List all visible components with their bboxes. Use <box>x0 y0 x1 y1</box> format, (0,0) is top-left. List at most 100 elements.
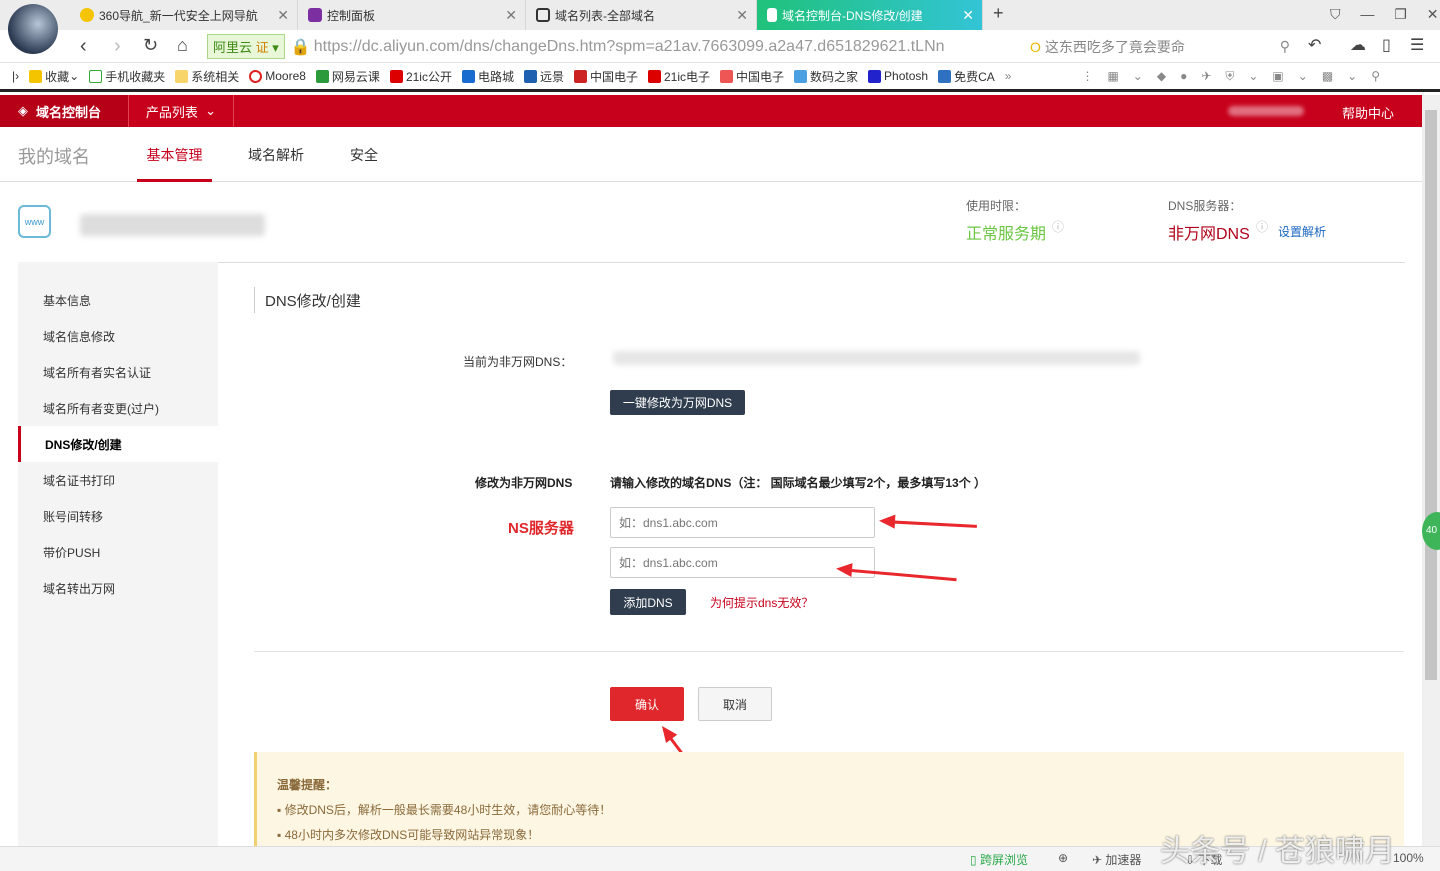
term-value: 正常服务期 <box>966 220 1046 244</box>
bookmark[interactable]: 21ic公开 <box>390 68 452 85</box>
sub-navigation: 我的域名 基本管理 域名解析 安全 <box>0 128 1422 182</box>
sidebar-item-owner-change[interactable]: 域名所有者变更(过户) <box>18 390 218 426</box>
logo-icon: ◈ <box>18 103 28 119</box>
new-tab-button[interactable]: + <box>993 3 1004 24</box>
domain-info: www 使用时限： 正常服务期 ⓘ DNS服务器： 非万网DNS ⓘ 设置解析 <box>0 182 1422 262</box>
accelerator-button[interactable]: ✈ 加速器 <box>1092 851 1141 868</box>
zoom-level[interactable]: 100% <box>1393 851 1424 865</box>
lock-icon: 🔒 <box>291 37 311 57</box>
sidebar-item-certificate[interactable]: 域名证书打印 <box>18 462 218 498</box>
menu-icon[interactable]: ☰ <box>1410 35 1424 55</box>
more-bookmarks[interactable]: » <box>1005 69 1012 83</box>
sidebar-toggle-icon[interactable]: |› <box>12 69 19 83</box>
bookmark[interactable]: Photosh <box>868 69 928 83</box>
tab-basic-management[interactable]: 基本管理 <box>137 145 212 182</box>
bookmark[interactable]: 数码之家 <box>794 68 858 85</box>
address-bar-row: ‹ › ↻ ⌂ 阿里云 证 ▾ 🔒 https://dc.aliyun.com/… <box>0 30 1440 63</box>
bookmark[interactable]: 中国电子 <box>574 68 638 85</box>
back-icon[interactable]: ‹ <box>80 35 87 58</box>
bookmark[interactable]: 收藏⌄ <box>29 68 79 85</box>
tab-bar: 360导航_新一代安全上网导航✕ 控制面板✕ 域名列表-全部域名✕ 域名控制台-… <box>0 0 1440 30</box>
bookmark[interactable]: 免费CA <box>938 68 995 85</box>
bookmark[interactable]: 手机收藏夹 <box>89 68 165 85</box>
bookmark[interactable]: 网易云课 <box>316 68 380 85</box>
undo-icon[interactable]: ↶ <box>1308 35 1321 55</box>
close-icon[interactable]: ✕ <box>505 7 517 24</box>
close-icon[interactable]: ✕ <box>277 7 289 24</box>
tab-control-panel[interactable]: 控制面板✕ <box>298 0 526 30</box>
bookmark[interactable]: 远景 <box>524 68 564 85</box>
my-domains-title[interactable]: 我的域名 <box>18 143 90 169</box>
sidebar-item-basic-info[interactable]: 基本信息 <box>18 282 218 318</box>
sidebar-item-transfer-out[interactable]: 域名转出万网 <box>18 570 218 606</box>
help-center-link[interactable]: 帮助中心 <box>1342 103 1394 122</box>
cert-badge[interactable]: 阿里云 证 ▾ <box>207 34 285 59</box>
url-field[interactable]: 阿里云 证 ▾ 🔒 https://dc.aliyun.com/dns/chan… <box>207 34 1021 59</box>
ns-server-input-1[interactable] <box>610 507 875 538</box>
window-controls[interactable]: ⛉ — ❐ ✕ <box>1330 6 1438 23</box>
bookmarks-bar: |› 收藏⌄ 手机收藏夹 系统相关 Moore8 网易云课 21ic公开 电路城… <box>0 63 1440 92</box>
close-icon[interactable]: ✕ <box>736 7 748 24</box>
home-icon[interactable]: ⌂ <box>177 35 188 56</box>
dns-server-value: 非万网DNS <box>1168 220 1250 244</box>
bookmark[interactable]: 系统相关 <box>175 68 239 85</box>
history-icon[interactable]: ⊕ <box>1058 851 1068 865</box>
tab-dns-resolution[interactable]: 域名解析 <box>248 145 304 165</box>
brand-link[interactable]: ◈域名控制台 <box>0 95 128 127</box>
sidebar-item-realname[interactable]: 域名所有者实名认证 <box>18 354 218 390</box>
sidebar-item-info-modify[interactable]: 域名信息修改 <box>18 318 218 354</box>
why-invalid-link[interactable]: 为何提示dns无效？ <box>710 594 813 611</box>
cancel-button[interactable]: 取消 <box>698 687 772 721</box>
aliyun-icon <box>536 8 550 22</box>
watermark: 头条号 / 苍狼啸月 <box>1160 826 1395 870</box>
search-icon[interactable]: ⚲ <box>1280 38 1290 55</box>
tip-item: ▪ 48小时内多次修改DNS可能导致网站异常现象！ <box>277 826 539 843</box>
current-dns-label: 当前为非万网DNS： <box>463 353 572 370</box>
refresh-icon[interactable]: ↻ <box>143 35 158 56</box>
dns-server-label: DNS服务器： <box>1168 197 1241 214</box>
panel-icon <box>308 8 322 22</box>
sidebar: 基本信息 域名信息修改 域名所有者实名认证 域名所有者变更(过户) DNS修改/… <box>18 262 218 852</box>
change-dns-label: 修改为非万网DNS <box>475 474 572 491</box>
user-name-blurred[interactable] <box>1228 106 1304 116</box>
360-icon <box>80 8 94 22</box>
tip-item: ▪ 修改DNS后，解析一般最长需要48小时生效，请您耐心等待！ <box>277 801 611 818</box>
tab-domain-list[interactable]: 域名列表-全部域名✕ <box>526 0 757 30</box>
ns-server-label: NS服务器 <box>508 517 574 538</box>
scrollbar-thumb[interactable] <box>1425 110 1437 680</box>
cloud-icon[interactable]: ☁ <box>1350 35 1366 55</box>
sidebar-item-transfer[interactable]: 账号间转移 <box>18 498 218 534</box>
term-label: 使用时限： <box>966 197 1026 214</box>
bookmark[interactable]: Moore8 <box>249 69 306 83</box>
sidebar-item-push[interactable]: 带价PUSH <box>18 534 218 570</box>
extension-icons[interactable]: ⋮▦⌄◆●✈⛨⌄▣⌄▩⌄⚲ <box>1081 69 1394 84</box>
close-icon[interactable]: ✕ <box>962 7 974 24</box>
cross-screen-button[interactable]: ▯ 跨屏浏览 <box>970 851 1028 868</box>
forward-icon[interactable]: › <box>114 35 121 58</box>
confirm-button[interactable]: 确认 <box>610 687 684 721</box>
sidebar-item-dns[interactable]: DNS修改/创建 <box>18 426 218 462</box>
bookmark[interactable]: 电路城 <box>462 68 514 85</box>
help-icon[interactable]: ⓘ <box>1052 218 1064 235</box>
help-icon[interactable]: ⓘ <box>1256 218 1268 235</box>
bookmark[interactable]: 中国电子 <box>720 68 784 85</box>
www-icon: www <box>18 205 51 238</box>
current-dns-blurred <box>613 351 1140 365</box>
phone-icon[interactable]: ▯ <box>1382 35 1391 55</box>
tab-360[interactable]: 360导航_新一代安全上网导航✕ <box>70 0 298 30</box>
search-engine-icon: O <box>1030 39 1041 55</box>
products-menu[interactable]: 产品列表 ⌄ <box>128 95 234 127</box>
tip-title: 温馨提醒： <box>277 776 337 793</box>
search-input[interactable]: O这东西吃多了竟会要命⚲ <box>1030 34 1290 59</box>
tab-security[interactable]: 安全 <box>350 145 378 165</box>
set-resolution-link[interactable]: 设置解析 <box>1278 223 1326 240</box>
bookmark[interactable]: 21ic电子 <box>648 68 710 85</box>
chevron-down-icon: ⌄ <box>205 103 216 119</box>
tab-dns-change[interactable]: 域名控制台-DNS修改/创建✕ <box>757 0 983 30</box>
user-avatar[interactable] <box>8 4 58 54</box>
console-header: ◈域名控制台 产品列表 ⌄ 帮助中心 <box>0 95 1422 127</box>
add-dns-button[interactable]: 添加DNS <box>610 589 686 615</box>
annotation-arrow <box>883 520 977 528</box>
instruction-text: 请输入修改的域名DNS（注： 国际域名最少填写2个，最多填写13个 ） <box>610 474 986 491</box>
one-click-wanwang-button[interactable]: 一键修改为万网DNS <box>610 390 745 415</box>
